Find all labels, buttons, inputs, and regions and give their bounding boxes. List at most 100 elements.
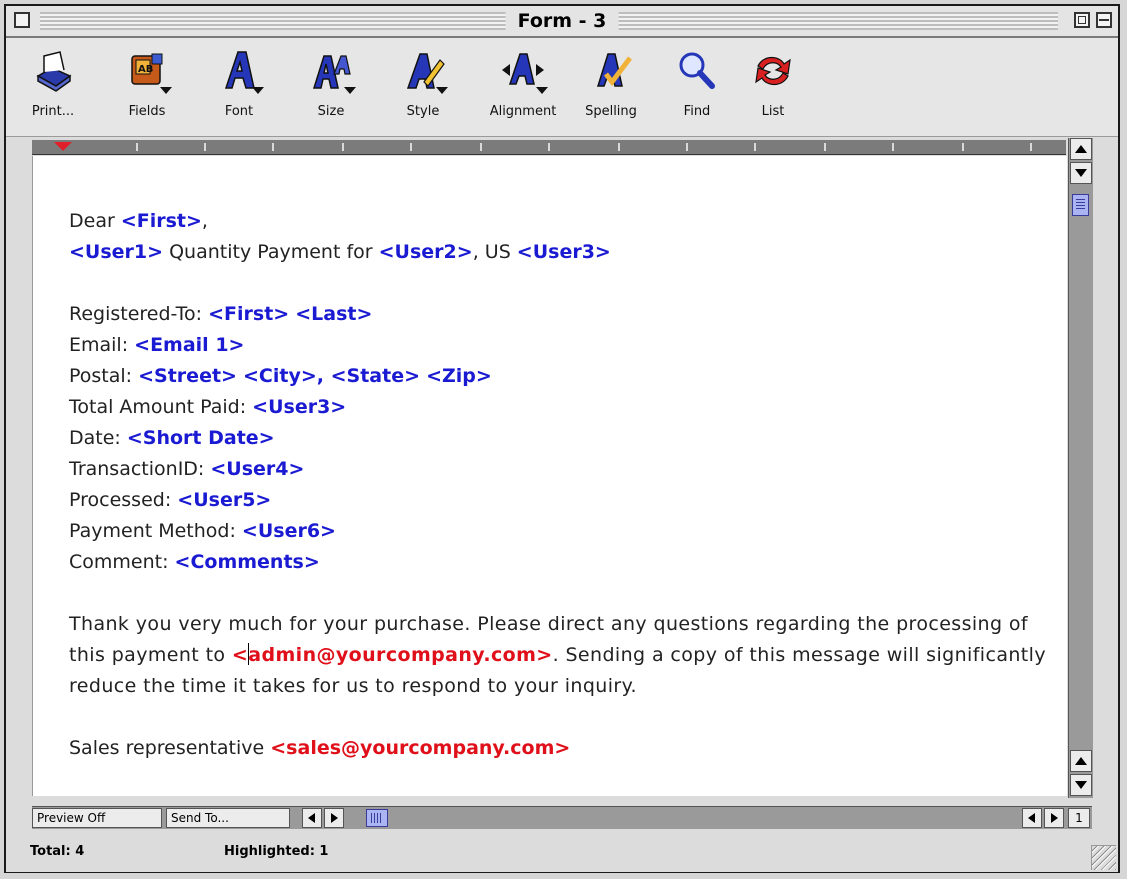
magnifier-icon — [674, 48, 720, 94]
page-number: 1 — [1068, 808, 1090, 828]
ruler-tick — [272, 143, 274, 151]
ruler-tick — [686, 143, 688, 151]
print-button[interactable]: Print... — [8, 48, 98, 128]
admin-email-field[interactable]: <admin@yourcompany.com> — [232, 643, 553, 666]
field-street[interactable]: <Street> — [138, 365, 237, 387]
field-first[interactable]: <First> — [208, 303, 289, 325]
fields-button[interactable]: AB Fields — [102, 48, 192, 128]
field-user5[interactable]: <User5> — [177, 489, 271, 511]
ruler-tick — [1030, 143, 1032, 151]
left-arrow-icon — [308, 813, 315, 823]
spelling-icon — [588, 48, 634, 94]
size-button[interactable]: Size — [286, 48, 376, 128]
thank-you-paragraph: Thank you very much for your purchase. P… — [69, 613, 1046, 697]
ruler-tick — [962, 143, 964, 151]
horizontal-scroll-thumb[interactable] — [366, 809, 388, 827]
left-arrow-icon — [1028, 813, 1035, 823]
right-arrow-icon — [1051, 813, 1058, 823]
send-to-button[interactable]: Send To... — [166, 808, 290, 828]
toolbar: Print... AB Fields Font Size Style Align… — [6, 38, 1118, 137]
right-arrow-icon — [331, 813, 338, 823]
field-first[interactable]: <First> — [121, 210, 202, 232]
printer-icon — [30, 48, 76, 94]
transaction-line: TransactionID: <User4> — [69, 458, 305, 480]
ruler-tick — [136, 143, 138, 151]
field-user4[interactable]: <User4> — [210, 458, 304, 480]
processed-line: Processed: <User5> — [69, 489, 272, 511]
style-icon — [400, 48, 448, 94]
title-bar[interactable]: Form - 3 — [6, 6, 1118, 38]
down-arrow-icon — [1075, 781, 1087, 789]
font-icon — [216, 48, 264, 94]
field-comments[interactable]: <Comments> — [175, 551, 320, 573]
sales-line: Sales representative <sales@yourcompany.… — [69, 737, 571, 759]
ruler-tick — [548, 143, 550, 151]
ruler-tick — [754, 143, 756, 151]
collapse-box[interactable] — [1096, 12, 1112, 28]
field-user6[interactable]: <User6> — [242, 520, 336, 542]
up-arrow-icon — [1075, 145, 1087, 153]
field-user2[interactable]: <User2> — [379, 241, 473, 263]
fields-icon: AB — [124, 48, 172, 94]
window-title: Form - 3 — [505, 9, 619, 33]
font-button[interactable]: Font — [194, 48, 284, 128]
ruler-tick — [204, 143, 206, 151]
payment-line: Payment Method: <User6> — [69, 520, 336, 542]
resize-grip[interactable] — [1091, 845, 1116, 870]
alignment-button[interactable]: Alignment — [478, 48, 568, 128]
form-document[interactable]: Dear <First>, <User1> Quantity Payment f… — [32, 156, 1067, 796]
ruler[interactable] — [32, 140, 1066, 155]
svg-text:AB: AB — [138, 64, 153, 75]
ruler-tick — [892, 143, 894, 151]
total-count: Total: 4 — [30, 844, 85, 859]
size-icon — [308, 48, 356, 94]
comment-line: Comment: <Comments> — [69, 551, 320, 573]
vertical-scrollbar[interactable] — [1068, 138, 1093, 798]
status-bar: Total: 4 Highlighted: 1 — [6, 832, 1118, 872]
field-user3[interactable]: <User3> — [517, 241, 611, 263]
preview-off-button[interactable]: Preview Off — [32, 808, 162, 828]
sales-email-field[interactable]: <sales@yourcompany.com> — [270, 737, 570, 759]
field-city[interactable]: <City> — [243, 365, 317, 387]
form-window: Form - 3 Print... AB Fields Font Size St… — [4, 4, 1120, 873]
scroll-left-button[interactable] — [302, 808, 322, 828]
subject-line: <User1> Quantity Payment for <User2>, US… — [69, 241, 611, 263]
bottom-control-bar: Preview Off Send To... 1 — [32, 806, 1092, 829]
field-email[interactable]: <Email 1> — [134, 334, 244, 356]
ruler-tick — [618, 143, 620, 151]
down-arrow-icon — [1075, 169, 1087, 177]
field-state[interactable]: <State> — [331, 365, 420, 387]
email-line: Email: <Email 1> — [69, 334, 245, 356]
document-text[interactable]: Dear <First>, <User1> Quantity Payment f… — [69, 206, 1057, 764]
ruler-tick — [480, 143, 482, 151]
scroll-right-button[interactable] — [324, 808, 344, 828]
highlighted-count: Highlighted: 1 — [224, 844, 329, 859]
postal-line: Postal: <Street> <City>, <State> <Zip> — [69, 365, 492, 387]
scroll-up-button[interactable] — [1070, 138, 1092, 160]
spelling-button[interactable]: Spelling — [566, 48, 656, 128]
date-line: Date: <Short Date> — [69, 427, 275, 449]
list-button[interactable]: List — [728, 48, 818, 128]
indent-marker[interactable] — [54, 142, 72, 151]
field-user3[interactable]: <User3> — [252, 396, 346, 418]
up-arrow-icon — [1075, 757, 1087, 765]
greeting-line: Dear <First>, — [69, 210, 208, 232]
ruler-tick — [410, 143, 412, 151]
zoom-box[interactable] — [1074, 12, 1090, 28]
field-short-date[interactable]: <Short Date> — [127, 427, 275, 449]
close-box[interactable] — [14, 12, 30, 28]
ruler-tick — [824, 143, 826, 151]
scroll-down-button[interactable] — [1070, 162, 1092, 184]
ruler-tick — [342, 143, 344, 151]
alignment-icon — [500, 48, 548, 94]
page-prev-button[interactable] — [1022, 808, 1042, 828]
list-icon — [750, 48, 796, 94]
style-button[interactable]: Style — [378, 48, 468, 128]
field-zip[interactable]: <Zip> — [426, 365, 492, 387]
vertical-scroll-thumb[interactable] — [1072, 194, 1089, 216]
scroll-up-button-lower[interactable] — [1070, 750, 1092, 772]
page-next-button[interactable] — [1044, 808, 1064, 828]
scroll-down-button-lower[interactable] — [1070, 774, 1092, 796]
field-last[interactable]: <Last> — [295, 303, 372, 325]
field-user1[interactable]: <User1> — [69, 241, 163, 263]
